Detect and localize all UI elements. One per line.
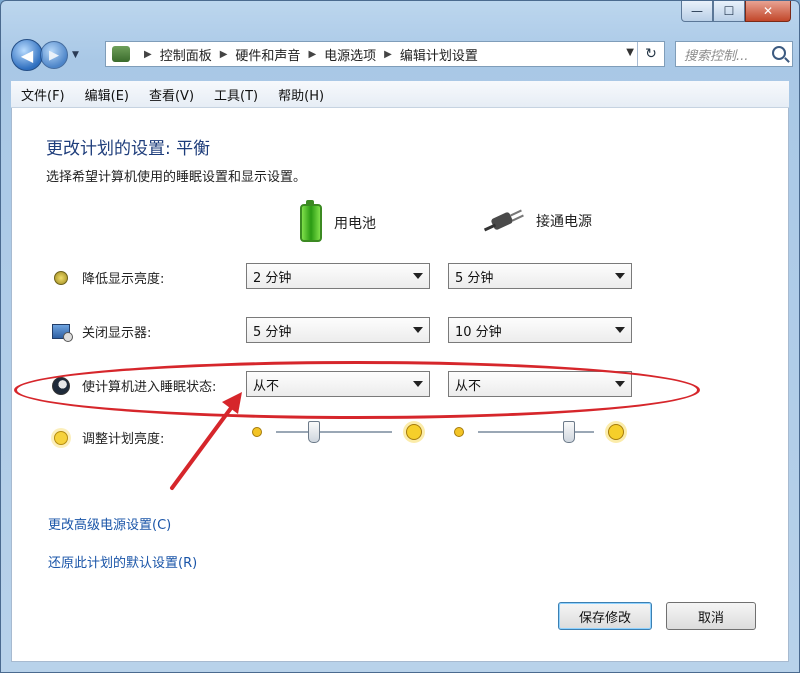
menu-edit[interactable]: 编辑(E) xyxy=(75,85,139,104)
chevron-right-icon[interactable]: ▶ xyxy=(384,49,392,60)
column-header-plugged: 接通电源 xyxy=(483,209,592,232)
chevron-right-icon[interactable]: ▶ xyxy=(220,49,228,60)
monitor-icon xyxy=(52,324,73,342)
minimize-button[interactable]: — xyxy=(681,1,713,22)
display-off-label: 关闭显示器: xyxy=(82,326,152,341)
search-placeholder: 搜索控制... xyxy=(684,48,749,64)
sun-icon xyxy=(54,430,68,445)
forward-button[interactable]: ▶ xyxy=(40,41,68,69)
address-dropdown-icon[interactable]: ▼ xyxy=(626,47,634,58)
column-header-battery: 用电池 xyxy=(300,200,376,242)
caption-buttons: — ☐ ✕ xyxy=(681,1,791,22)
brightness-label: 调整计划亮度: xyxy=(82,432,165,447)
search-input[interactable]: 搜索控制... xyxy=(675,41,793,67)
sun-small-icon xyxy=(252,427,262,437)
close-button[interactable]: ✕ xyxy=(745,1,791,22)
breadcrumb-control-panel[interactable]: 控制面板 xyxy=(160,45,212,64)
breadcrumb-hardware-sound[interactable]: 硬件和声音 xyxy=(235,45,300,64)
chevron-down-icon xyxy=(413,327,423,333)
menu-tools[interactable]: 工具(T) xyxy=(204,85,268,104)
display-off-plugged-select[interactable]: 10 分钟 xyxy=(448,317,632,343)
cancel-button[interactable]: 取消 xyxy=(666,602,756,630)
sun-small-icon xyxy=(54,270,68,285)
save-button[interactable]: 保存修改 xyxy=(558,602,652,630)
recent-pages-dropdown-icon[interactable]: ▼ xyxy=(72,50,79,60)
navigation-bar: ◀ ▶ ▼ ▶ 控制面板 ▶ 硬件和声音 ▶ 电源选项 ▶ 编辑计划设置 ▼ ↻… xyxy=(11,37,793,73)
battery-icon xyxy=(300,200,322,242)
breadcrumb-edit-plan[interactable]: 编辑计划设置 xyxy=(400,45,478,64)
control-panel-icon xyxy=(112,46,130,62)
chevron-down-icon xyxy=(615,273,625,279)
back-button[interactable]: ◀ xyxy=(11,39,43,71)
column-label-plugged: 接通电源 xyxy=(536,214,592,230)
select-value: 5 分钟 xyxy=(455,270,494,286)
chevron-right-icon[interactable]: ▶ xyxy=(308,49,316,60)
menu-help[interactable]: 帮助(H) xyxy=(268,85,334,104)
slider-thumb[interactable] xyxy=(308,420,320,443)
breadcrumb-power-options[interactable]: 电源选项 xyxy=(324,45,376,64)
control-panel-window: — ☐ ✕ ◀ ▶ ▼ ▶ 控制面板 ▶ 硬件和声音 ▶ 电源选项 ▶ 编辑计划… xyxy=(0,0,800,673)
page-subtitle: 选择希望计算机使用的睡眠设置和显示设置。 xyxy=(46,170,307,185)
menu-view[interactable]: 查看(V) xyxy=(139,85,204,104)
menu-file[interactable]: 文件(F) xyxy=(11,85,75,104)
refresh-button[interactable]: ↻ xyxy=(637,42,664,66)
main-content: 更改计划的设置: 平衡 选择希望计算机使用的睡眠设置和显示设置。 用电池 接通电… xyxy=(11,108,789,662)
menu-bar: 文件(F) 编辑(E) 查看(V) 工具(T) 帮助(H) xyxy=(11,81,789,108)
slider-track[interactable] xyxy=(478,420,594,443)
sun-small-icon xyxy=(454,427,464,437)
search-icon[interactable] xyxy=(772,46,786,60)
dim-display-label-row: 降低显示亮度: xyxy=(52,268,164,287)
brightness-battery-slider[interactable] xyxy=(252,420,422,444)
dim-display-plugged-select[interactable]: 5 分钟 xyxy=(448,263,632,289)
brightness-plugged-slider[interactable] xyxy=(454,420,624,444)
chevron-right-icon[interactable]: ▶ xyxy=(144,49,152,60)
restore-defaults-link[interactable]: 还原此计划的默认设置(R) xyxy=(48,552,197,571)
power-plug-icon xyxy=(483,209,524,232)
address-bar[interactable]: ▶ 控制面板 ▶ 硬件和声音 ▶ 电源选项 ▶ 编辑计划设置 ▼ ↻ xyxy=(105,41,665,67)
annotation-ellipse xyxy=(14,361,700,419)
slider-thumb[interactable] xyxy=(563,420,575,443)
chevron-down-icon xyxy=(413,273,423,279)
display-off-label-row: 关闭显示器: xyxy=(52,322,152,342)
brightness-label-row: 调整计划亮度: xyxy=(52,428,164,447)
select-value: 10 分钟 xyxy=(455,324,502,340)
column-label-battery: 用电池 xyxy=(334,216,376,232)
sun-large-icon xyxy=(608,424,624,440)
chevron-down-icon xyxy=(615,327,625,333)
sun-large-icon xyxy=(406,424,422,440)
select-value: 2 分钟 xyxy=(253,270,292,286)
advanced-settings-link[interactable]: 更改高级电源设置(C) xyxy=(48,514,171,533)
dim-display-battery-select[interactable]: 2 分钟 xyxy=(246,263,430,289)
slider-track[interactable] xyxy=(276,420,392,443)
annotation-arrow xyxy=(170,392,242,490)
select-value: 5 分钟 xyxy=(253,324,292,340)
dim-display-label: 降低显示亮度: xyxy=(82,272,165,287)
page-title: 更改计划的设置: 平衡 xyxy=(46,139,211,159)
display-off-battery-select[interactable]: 5 分钟 xyxy=(246,317,430,343)
maximize-button[interactable]: ☐ xyxy=(713,1,745,22)
